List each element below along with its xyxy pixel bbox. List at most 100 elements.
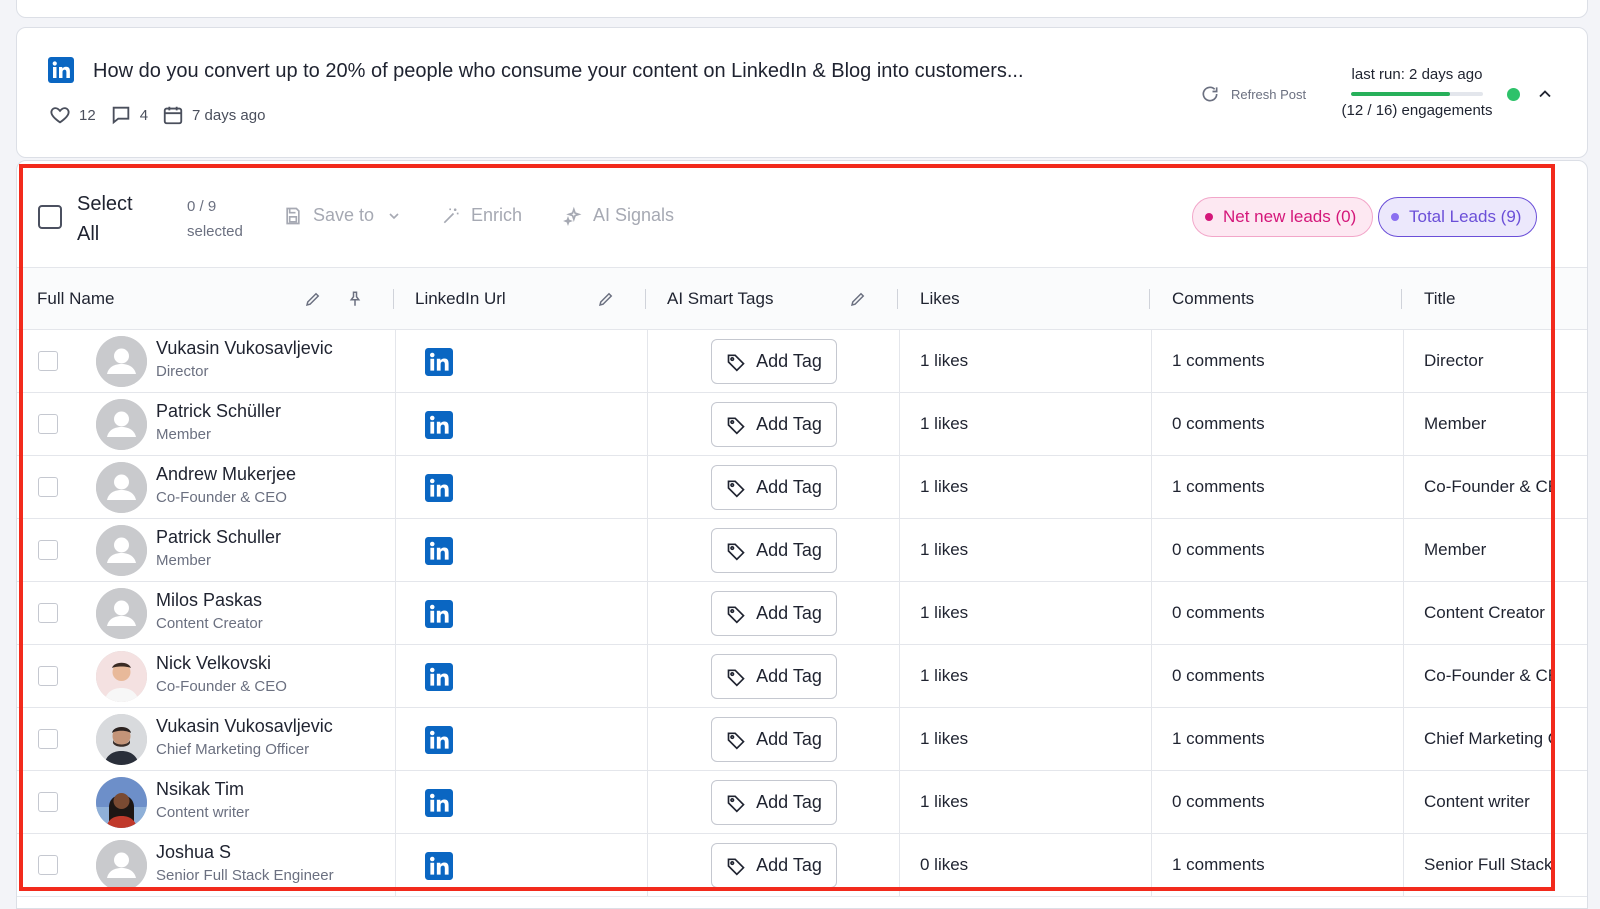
- linkedin-icon[interactable]: [425, 411, 453, 439]
- column-divider[interactable]: [393, 289, 394, 309]
- linkedin-icon[interactable]: [425, 474, 453, 502]
- likes-cell: 1 likes: [920, 540, 969, 559]
- pink-dot: [1205, 213, 1213, 221]
- table-row[interactable]: Milos Paskas Content Creator Add Tag 1 l…: [17, 582, 1587, 645]
- table-row[interactable]: Nsikak Tim Content writer Add Tag 1 like…: [17, 771, 1587, 834]
- column-divider[interactable]: [645, 289, 646, 309]
- engagement-progress: [1351, 92, 1483, 96]
- user-photo-icon: [96, 777, 147, 828]
- linkedin-icon[interactable]: [425, 663, 453, 691]
- lead-subtitle: Director: [156, 363, 209, 380]
- row-checkbox[interactable]: [38, 603, 58, 623]
- column-divider[interactable]: [1401, 289, 1402, 309]
- add-tag-label: Add Tag: [756, 351, 822, 371]
- save-to-button[interactable]: Save to: [283, 205, 402, 226]
- linkedin-icon[interactable]: [425, 348, 453, 376]
- add-tag-button[interactable]: Add Tag: [711, 780, 837, 825]
- row-checkbox[interactable]: [38, 792, 58, 812]
- cell-divider: [1403, 834, 1404, 897]
- col-linkedin-url[interactable]: LinkedIn Url: [415, 268, 506, 330]
- comments-cell: 1 comments: [1172, 351, 1265, 370]
- title-cell: Co-Founder & CEO: [1424, 477, 1552, 496]
- ai-signals-button[interactable]: AI Signals: [563, 205, 674, 226]
- column-divider[interactable]: [1149, 289, 1150, 309]
- column-divider[interactable]: [897, 289, 898, 309]
- comments-cell: 1 comments: [1172, 855, 1265, 874]
- lead-name[interactable]: Joshua S: [156, 842, 231, 863]
- lead-name[interactable]: Patrick Schuller: [156, 527, 281, 548]
- lead-subtitle: Content Creator: [156, 615, 263, 632]
- title-cell: Member: [1424, 540, 1487, 559]
- col-ai-smart-tags[interactable]: AI Smart Tags: [667, 268, 773, 330]
- cell-divider: [1403, 708, 1404, 771]
- table-row[interactable]: Andrew Mukerjee Co-Founder & CEO Add Tag…: [17, 456, 1587, 519]
- pencil-icon[interactable]: [304, 290, 322, 308]
- add-tag-button[interactable]: Add Tag: [711, 528, 837, 573]
- add-tag-button[interactable]: Add Tag: [711, 717, 837, 762]
- lead-name[interactable]: Nick Velkovski: [156, 653, 271, 674]
- linkedin-icon[interactable]: [425, 537, 453, 565]
- lead-name[interactable]: Vukasin Vukosavljevic: [156, 338, 333, 359]
- likes-meta: 12: [49, 104, 96, 126]
- col-title[interactable]: Title: [1424, 268, 1456, 330]
- col-comments[interactable]: Comments: [1172, 268, 1254, 330]
- lead-name[interactable]: Patrick Schüller: [156, 401, 281, 422]
- refresh-post-button[interactable]: Refresh Post: [1200, 84, 1306, 104]
- total-leads-filter[interactable]: Total Leads (9): [1378, 197, 1537, 237]
- lead-subtitle: Co-Founder & CEO: [156, 489, 287, 506]
- table-row[interactable]: Patrick Schuller Member Add Tag 1 likes …: [17, 519, 1587, 582]
- lead-name[interactable]: Nsikak Tim: [156, 779, 244, 800]
- purple-dot: [1391, 213, 1399, 221]
- post-meta: 12 4 7 days ago: [49, 104, 279, 126]
- lead-name[interactable]: Vukasin Vukosavljevic: [156, 716, 333, 737]
- select-all-checkbox[interactable]: [38, 205, 62, 229]
- cell-divider: [1151, 393, 1152, 456]
- linkedin-icon[interactable]: [425, 600, 453, 628]
- cell-divider: [395, 519, 396, 582]
- cell-divider: [899, 771, 900, 834]
- linkedin-icon[interactable]: [425, 852, 453, 880]
- col-likes[interactable]: Likes: [920, 268, 960, 330]
- add-tag-button[interactable]: Add Tag: [711, 465, 837, 510]
- row-checkbox[interactable]: [38, 729, 58, 749]
- row-checkbox[interactable]: [38, 855, 58, 875]
- row-checkbox[interactable]: [38, 477, 58, 497]
- pencil-icon[interactable]: [597, 290, 615, 308]
- leads-toolbar: Select All 0 / 9 selected Save to Enrich…: [17, 161, 1587, 268]
- title-cell: Content writer: [1424, 792, 1530, 811]
- add-tag-button[interactable]: Add Tag: [711, 843, 837, 888]
- add-tag-button[interactable]: Add Tag: [711, 654, 837, 699]
- table-row[interactable]: Joshua S Senior Full Stack Engineer Add …: [17, 834, 1587, 897]
- cell-divider: [395, 834, 396, 897]
- lead-name[interactable]: Milos Paskas: [156, 590, 262, 611]
- user-placeholder-icon: [96, 399, 147, 450]
- add-tag-button[interactable]: Add Tag: [711, 339, 837, 384]
- row-checkbox[interactable]: [38, 540, 58, 560]
- add-tag-button[interactable]: Add Tag: [711, 591, 837, 636]
- post-title[interactable]: How do you convert up to 20% of people w…: [93, 60, 1024, 83]
- comments-cell: 0 comments: [1172, 792, 1265, 811]
- tag-icon: [727, 543, 745, 561]
- table-row[interactable]: Nick Velkovski Co-Founder & CEO Add Tag …: [17, 645, 1587, 708]
- pencil-icon[interactable]: [849, 290, 867, 308]
- pin-icon[interactable]: [346, 290, 364, 308]
- user-placeholder-icon: [96, 588, 147, 639]
- table-row[interactable]: Vukasin Vukosavljevic Chief Marketing Of…: [17, 708, 1587, 771]
- comments-cell: 0 comments: [1172, 666, 1265, 685]
- chevron-up-icon[interactable]: [1535, 84, 1555, 104]
- table-row[interactable]: Vukasin Vukosavljevic Director Add Tag 1…: [17, 330, 1587, 393]
- row-checkbox[interactable]: [38, 351, 58, 371]
- enrich-button[interactable]: Enrich: [441, 205, 522, 226]
- row-checkbox[interactable]: [38, 666, 58, 686]
- table-row[interactable]: Patrick Schüller Member Add Tag 1 likes …: [17, 393, 1587, 456]
- lead-name[interactable]: Andrew Mukerjee: [156, 464, 296, 485]
- linkedin-icon[interactable]: [425, 726, 453, 754]
- add-tag-button[interactable]: Add Tag: [711, 402, 837, 447]
- lead-subtitle: Content writer: [156, 804, 250, 821]
- row-checkbox[interactable]: [38, 414, 58, 434]
- col-full-name[interactable]: Full Name: [37, 268, 114, 330]
- net-new-leads-filter[interactable]: Net new leads (0): [1192, 197, 1373, 237]
- avatar: [96, 777, 147, 828]
- linkedin-icon[interactable]: [425, 789, 453, 817]
- select-all-label[interactable]: Select All: [77, 189, 147, 249]
